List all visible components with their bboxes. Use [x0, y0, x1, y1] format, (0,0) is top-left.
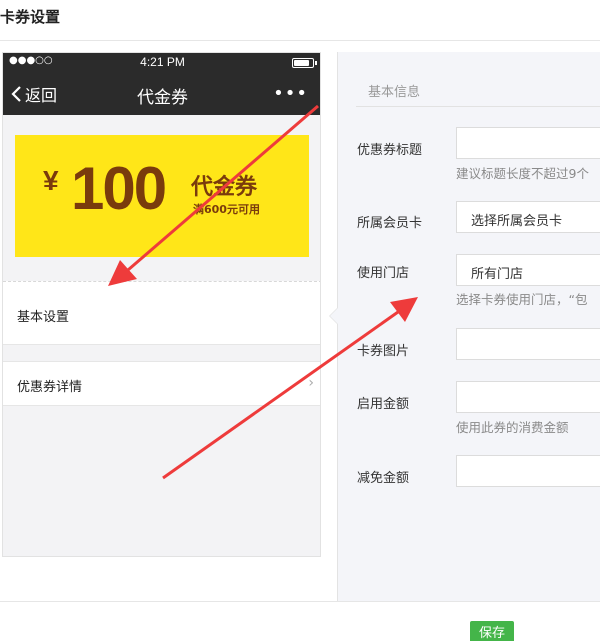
status-time: 4:21 PM [140, 55, 185, 69]
title-divider [0, 40, 600, 41]
card-image-input[interactable] [456, 328, 600, 360]
coupon-title-hint: 建议标题长度不超过9个 [456, 166, 589, 181]
coupon-title-label: 优惠券标题 [357, 143, 423, 158]
menu-coupon-details[interactable]: 优惠券详情 › [3, 361, 320, 406]
menu-basic-settings-label: 基本设置 [17, 310, 70, 325]
panel-pointer-inner [330, 308, 338, 324]
nav-bar: 返回 代金券 ••• [3, 73, 320, 115]
section-divider [356, 106, 600, 107]
coupon-type: 代金券 [191, 175, 258, 200]
section-title: 基本信息 [368, 85, 421, 100]
coupon-condition: 满600元可用 [193, 203, 260, 216]
store-label: 使用门店 [357, 266, 410, 281]
member-card-label: 所属会员卡 [357, 216, 423, 231]
page-title: 卡券设置 [0, 8, 61, 26]
store-select[interactable]: 所有门店 [456, 254, 600, 286]
menu-basic-settings[interactable]: 基本设置 [3, 281, 320, 345]
more-button[interactable]: ••• [273, 83, 308, 104]
menu-coupon-details-label: 优惠券详情 [17, 380, 83, 395]
member-card-value: 选择所属会员卡 [471, 214, 563, 229]
save-button[interactable]: 保存 [470, 621, 514, 641]
status-bar: ●●●○○ 4:21 PM [3, 53, 320, 73]
coupon-banner: ¥ 100 代金券 满600元可用 [15, 135, 309, 257]
enable-amount-input[interactable] [456, 381, 600, 413]
phone-preview: ●●●○○ 4:21 PM 返回 代金券 ••• ¥ 100 代金券 满600元… [2, 52, 321, 557]
coupon-amount: 100 [71, 155, 167, 222]
discount-amount-input[interactable] [456, 455, 600, 487]
chevron-right-icon: › [308, 375, 314, 391]
battery-level [294, 60, 310, 66]
card-image-label: 卡券图片 [357, 344, 410, 359]
battery-icon [292, 58, 314, 68]
enable-amount-label: 启用金额 [357, 397, 410, 412]
enable-amount-hint: 使用此券的消费金额 [456, 420, 569, 435]
store-value: 所有门店 [471, 267, 524, 282]
footer-divider [0, 601, 600, 602]
battery-tip [315, 61, 317, 65]
store-hint: 选择卡券使用门店，“包 [456, 292, 588, 307]
coupon-title-input[interactable] [456, 127, 600, 159]
member-card-select[interactable]: 选择所属会员卡 [456, 201, 600, 233]
coupon-currency: ¥ [43, 165, 59, 196]
discount-amount-label: 减免金额 [357, 471, 410, 486]
